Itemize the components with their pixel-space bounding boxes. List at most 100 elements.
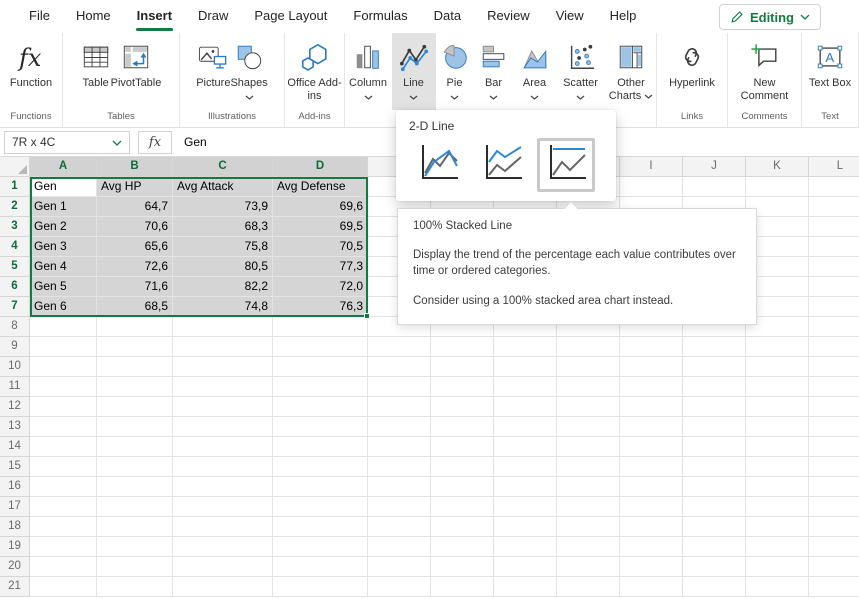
insert-function-button[interactable]: fx (138, 131, 172, 154)
cell-B13[interactable] (97, 417, 173, 437)
cell-I18[interactable] (620, 517, 683, 537)
cell-B21[interactable] (97, 577, 173, 597)
cell-C13[interactable] (173, 417, 273, 437)
cell-D18[interactable] (273, 517, 368, 537)
column-header-B[interactable]: B (97, 157, 173, 177)
ribbon-button-pivottable[interactable]: PivotTable (111, 33, 162, 110)
row-header-17[interactable]: 17 (0, 497, 30, 517)
cell-J17[interactable] (683, 497, 746, 517)
cell-D16[interactable] (273, 477, 368, 497)
ribbon-button-other-charts[interactable]: Other Charts (606, 33, 657, 110)
cell-B11[interactable] (97, 377, 173, 397)
ribbon-button-pie[interactable]: Pie (436, 33, 474, 110)
cell-L15[interactable] (809, 457, 859, 477)
cell-H9[interactable] (557, 337, 620, 357)
cell-J12[interactable] (683, 397, 746, 417)
row-header-7[interactable]: 7 (0, 297, 30, 317)
cell-F11[interactable] (431, 377, 494, 397)
cell-J14[interactable] (683, 437, 746, 457)
cell-K15[interactable] (746, 457, 809, 477)
cell-H21[interactable] (557, 577, 620, 597)
cell-H20[interactable] (557, 557, 620, 577)
cell-A6[interactable]: Gen 5 (30, 277, 97, 297)
cell-C3[interactable]: 68,3 (173, 217, 273, 237)
cell-J15[interactable] (683, 457, 746, 477)
cell-H11[interactable] (557, 377, 620, 397)
cell-B1[interactable]: Avg HP (97, 177, 173, 197)
menu-tab-data[interactable]: Data (421, 0, 474, 33)
cell-E10[interactable] (368, 357, 431, 377)
column-header-L[interactable]: L (809, 157, 859, 177)
cell-K19[interactable] (746, 537, 809, 557)
cell-D6[interactable]: 72,0 (273, 277, 368, 297)
cell-I20[interactable] (620, 557, 683, 577)
row-header-10[interactable]: 10 (0, 357, 30, 377)
column-header-J[interactable]: J (683, 157, 746, 177)
cell-C18[interactable] (173, 517, 273, 537)
cell-B14[interactable] (97, 437, 173, 457)
menu-tab-file[interactable]: File (16, 0, 63, 33)
cell-D21[interactable] (273, 577, 368, 597)
cell-F16[interactable] (431, 477, 494, 497)
cell-D1[interactable]: Avg Defense (273, 177, 368, 197)
cell-A13[interactable] (30, 417, 97, 437)
column-header-K[interactable]: K (746, 157, 809, 177)
cell-C12[interactable] (173, 397, 273, 417)
cell-K12[interactable] (746, 397, 809, 417)
row-header-18[interactable]: 18 (0, 517, 30, 537)
row-header-4[interactable]: 4 (0, 237, 30, 257)
ribbon-button-function[interactable]: fxFunction (10, 33, 52, 110)
cell-H19[interactable] (557, 537, 620, 557)
cell-A20[interactable] (30, 557, 97, 577)
cell-F21[interactable] (431, 577, 494, 597)
cell-I19[interactable] (620, 537, 683, 557)
cell-D2[interactable]: 69,6 (273, 197, 368, 217)
chart-option-stacked-line[interactable] (473, 138, 531, 192)
cell-A8[interactable] (30, 317, 97, 337)
cell-A3[interactable]: Gen 2 (30, 217, 97, 237)
cell-L19[interactable] (809, 537, 859, 557)
cell-C1[interactable]: Avg Attack (173, 177, 273, 197)
editing-mode-button[interactable]: Editing (719, 4, 821, 30)
cell-A2[interactable]: Gen 1 (30, 197, 97, 217)
cell-C17[interactable] (173, 497, 273, 517)
cell-B12[interactable] (97, 397, 173, 417)
cell-G10[interactable] (494, 357, 557, 377)
menu-tab-help[interactable]: Help (597, 0, 650, 33)
cell-L13[interactable] (809, 417, 859, 437)
column-header-I[interactable]: I (620, 157, 683, 177)
cell-K14[interactable] (746, 437, 809, 457)
cell-L10[interactable] (809, 357, 859, 377)
cell-B2[interactable]: 64,7 (97, 197, 173, 217)
ribbon-button-area[interactable]: Area (514, 33, 556, 110)
ribbon-button-bar[interactable]: Bar (474, 33, 514, 110)
cell-K13[interactable] (746, 417, 809, 437)
cell-F15[interactable] (431, 457, 494, 477)
cell-F18[interactable] (431, 517, 494, 537)
cell-D17[interactable] (273, 497, 368, 517)
cell-J1[interactable] (683, 177, 746, 197)
cell-C16[interactable] (173, 477, 273, 497)
row-header-2[interactable]: 2 (0, 197, 30, 217)
cell-G17[interactable] (494, 497, 557, 517)
cell-L14[interactable] (809, 437, 859, 457)
fill-handle[interactable] (364, 313, 370, 319)
cell-L11[interactable] (809, 377, 859, 397)
ribbon-button-hyperlink[interactable]: Hyperlink (669, 33, 715, 110)
cell-I12[interactable] (620, 397, 683, 417)
column-header-D[interactable]: D (273, 157, 368, 177)
cell-J13[interactable] (683, 417, 746, 437)
cell-K1[interactable] (746, 177, 809, 197)
cell-L2[interactable] (809, 197, 859, 217)
select-all-corner[interactable] (0, 157, 30, 177)
cell-B16[interactable] (97, 477, 173, 497)
cell-D19[interactable] (273, 537, 368, 557)
menu-tab-insert[interactable]: Insert (124, 0, 185, 33)
cell-D12[interactable] (273, 397, 368, 417)
cell-K16[interactable] (746, 477, 809, 497)
cell-B10[interactable] (97, 357, 173, 377)
cell-A10[interactable] (30, 357, 97, 377)
row-header-3[interactable]: 3 (0, 217, 30, 237)
menu-tab-formulas[interactable]: Formulas (340, 0, 420, 33)
cell-C8[interactable] (173, 317, 273, 337)
